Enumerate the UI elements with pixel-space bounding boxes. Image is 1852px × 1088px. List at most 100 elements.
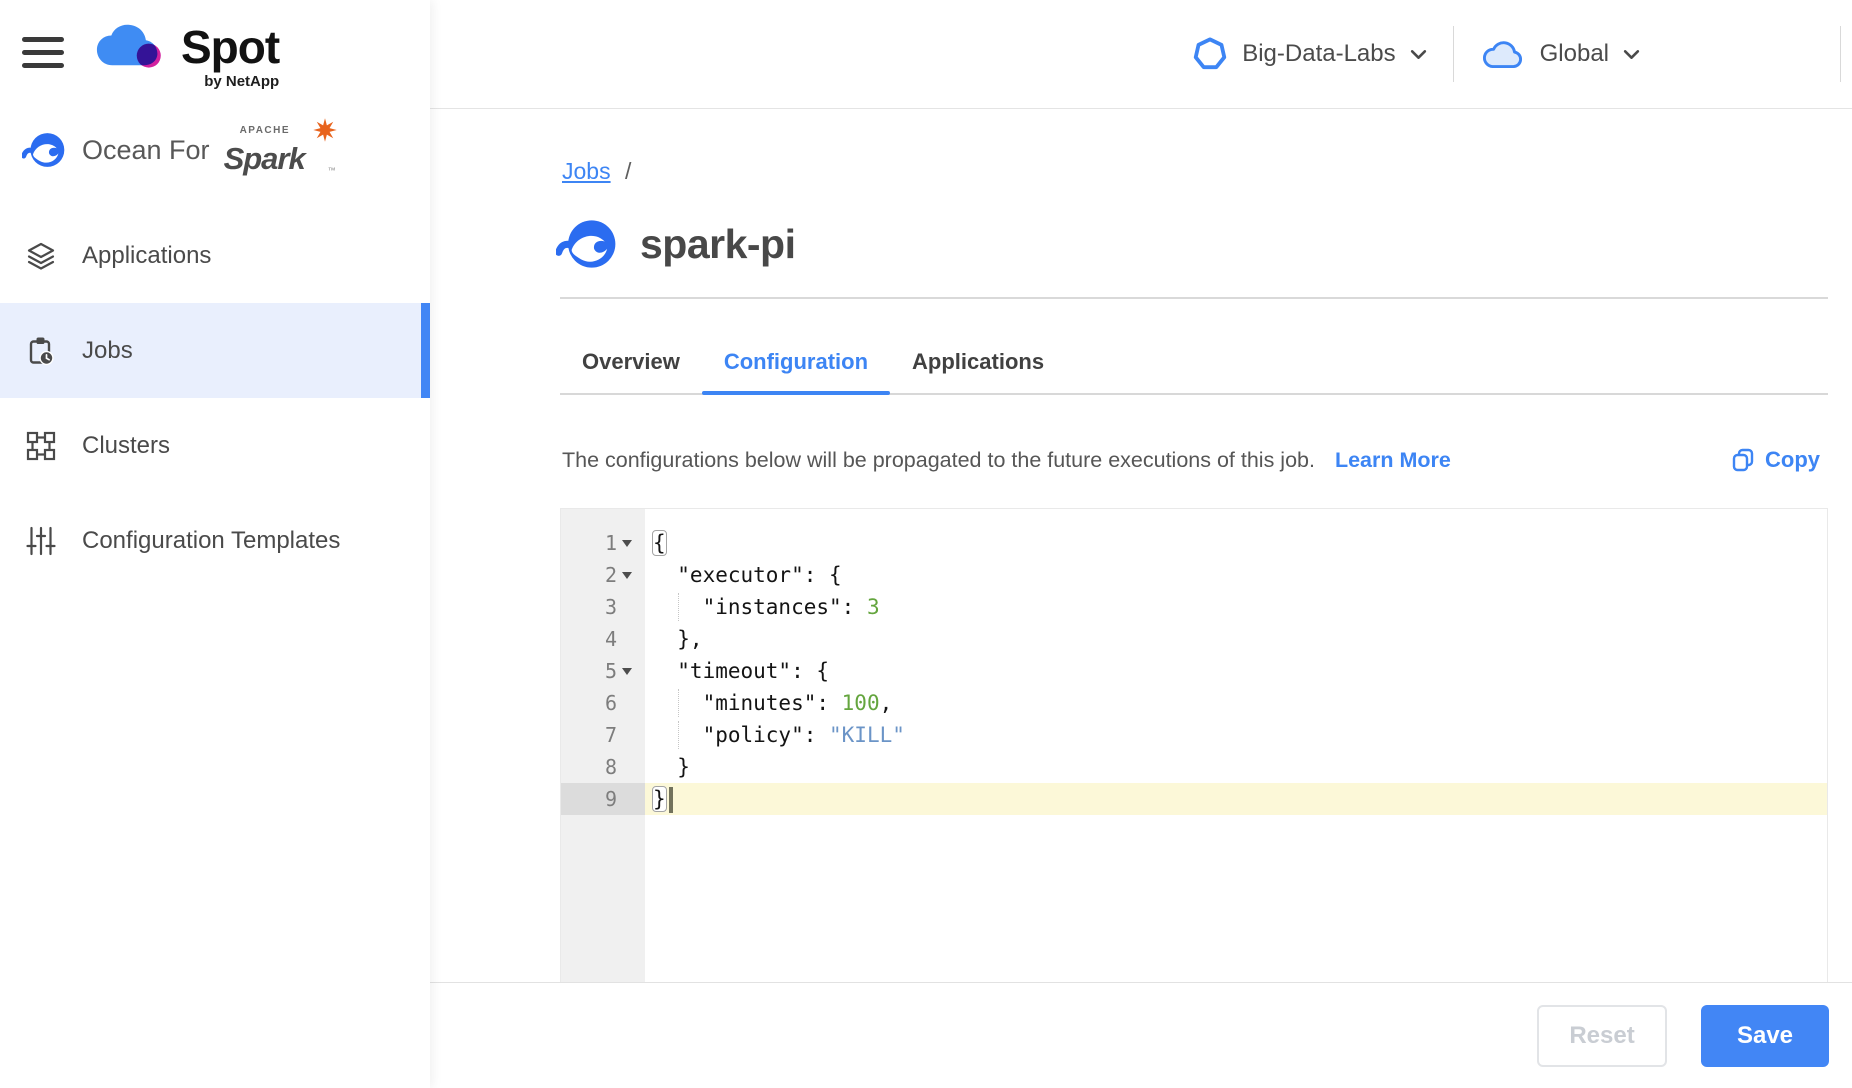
apache-label: APACHE bbox=[240, 125, 290, 136]
spark-star-icon bbox=[312, 117, 338, 143]
ocean-wave-icon bbox=[22, 130, 66, 170]
code-segment: } bbox=[652, 755, 690, 779]
header-divider bbox=[1840, 26, 1841, 82]
tab-overview[interactable]: Overview bbox=[560, 333, 702, 393]
product-ocean-for-spark[interactable]: Ocean For APACHE Spark ™ bbox=[22, 122, 328, 178]
learn-more-link[interactable]: Learn More bbox=[1335, 448, 1451, 473]
sidebar-nav: Applications Jobs bbox=[0, 208, 430, 588]
gutter-line: 7 bbox=[561, 719, 645, 751]
footer-action-bar: Reset Save bbox=[430, 982, 1852, 1088]
cloud-region-icon bbox=[1480, 37, 1526, 71]
sidebar-item-label: Applications bbox=[82, 242, 211, 270]
line-number: 6 bbox=[605, 691, 617, 715]
gutter-line: 5 bbox=[561, 655, 645, 687]
line-number: 5 bbox=[605, 659, 617, 683]
title-divider bbox=[560, 297, 1828, 299]
spark-wordmark: Spark bbox=[224, 141, 305, 177]
sidebar-item-jobs[interactable]: Jobs bbox=[0, 303, 430, 398]
apache-spark-logo: APACHE Spark ™ bbox=[224, 123, 328, 177]
org-dropdown[interactable]: Big-Data-Labs bbox=[1192, 36, 1426, 72]
gutter-line: 1 bbox=[561, 527, 645, 559]
gutter-line: 8 bbox=[561, 751, 645, 783]
spot-cloud-icon bbox=[95, 22, 167, 70]
tab-applications[interactable]: Applications bbox=[890, 333, 1066, 393]
configuration-description: The configurations below will be propaga… bbox=[562, 448, 1315, 473]
code-line[interactable]: } bbox=[645, 783, 1827, 815]
code-line[interactable]: "timeout": { bbox=[645, 655, 1827, 687]
code-segment: , bbox=[880, 691, 893, 715]
spark-trademark: ™ bbox=[328, 166, 336, 175]
code-segment: } bbox=[652, 786, 667, 812]
ocean-wave-icon bbox=[556, 218, 618, 270]
line-number: 1 bbox=[605, 531, 617, 555]
cluster-nodes-icon bbox=[25, 430, 57, 462]
code-line[interactable]: "executor": { bbox=[645, 559, 1827, 591]
copy-icon bbox=[1730, 447, 1756, 473]
gutter-line: 4 bbox=[561, 623, 645, 655]
fold-arrow-icon[interactable] bbox=[617, 527, 637, 559]
code-line[interactable]: "instances": 3 bbox=[645, 591, 1827, 623]
indent-guide bbox=[678, 689, 679, 717]
tab-configuration[interactable]: Configuration bbox=[702, 333, 890, 393]
code-line[interactable]: { bbox=[645, 527, 1827, 559]
fold-placeholder bbox=[617, 719, 637, 751]
chevron-down-icon bbox=[1410, 49, 1427, 60]
reset-button[interactable]: Reset bbox=[1537, 1005, 1667, 1067]
brand-byline: by NetApp bbox=[181, 73, 279, 90]
copy-button[interactable]: Copy bbox=[1730, 447, 1820, 473]
editor-gutter: 1 2 3 4 5 6 7 8 9 bbox=[561, 509, 645, 982]
clipboard-clock-icon bbox=[25, 335, 57, 367]
code-line[interactable]: "minutes": 100, bbox=[645, 687, 1827, 719]
sidebar-item-applications[interactable]: Applications bbox=[0, 208, 430, 303]
fold-arrow-icon[interactable] bbox=[617, 559, 637, 591]
fold-placeholder bbox=[617, 591, 637, 623]
region-dropdown[interactable]: Global bbox=[1480, 37, 1640, 71]
sidebar-item-clusters[interactable]: Clusters bbox=[0, 398, 430, 493]
sidebar-item-label: Jobs bbox=[82, 337, 133, 365]
code-line[interactable]: } bbox=[645, 751, 1827, 783]
gutter-line: 2 bbox=[561, 559, 645, 591]
code-line[interactable]: "policy": "KILL" bbox=[645, 719, 1827, 751]
line-number: 2 bbox=[605, 563, 617, 587]
breadcrumb-separator: / bbox=[625, 158, 631, 184]
copy-label: Copy bbox=[1765, 447, 1820, 473]
line-number: 4 bbox=[605, 627, 617, 651]
save-button[interactable]: Save bbox=[1701, 1005, 1829, 1067]
code-segment: 3 bbox=[867, 595, 880, 619]
text-cursor bbox=[669, 787, 673, 813]
code-segment: 100 bbox=[842, 691, 880, 715]
sidebar-item-configuration-templates[interactable]: Configuration Templates bbox=[0, 493, 430, 588]
breadcrumb: Jobs / bbox=[562, 158, 631, 185]
region-name: Global bbox=[1540, 40, 1609, 68]
fold-arrow-icon[interactable] bbox=[617, 655, 637, 687]
code-segment: "instances": bbox=[652, 595, 867, 619]
code-segment: "executor": { bbox=[652, 563, 842, 587]
code-segment: "minutes": bbox=[652, 691, 842, 715]
code-line[interactable]: }, bbox=[645, 623, 1827, 655]
tabs: Overview Configuration Applications bbox=[560, 333, 1828, 395]
product-prefix: Ocean For bbox=[82, 135, 210, 166]
code-segment: }, bbox=[652, 627, 703, 651]
top-bar: Big-Data-Labs Global bbox=[430, 0, 1852, 109]
sliders-icon bbox=[25, 525, 57, 557]
chevron-down-icon bbox=[1623, 49, 1640, 60]
gutter-line: 9 bbox=[561, 783, 645, 815]
gutter-line: 3 bbox=[561, 591, 645, 623]
code-segment: "timeout": { bbox=[652, 659, 829, 683]
heptagon-org-icon bbox=[1192, 36, 1228, 72]
indent-guide bbox=[678, 721, 679, 749]
gutter-line: 6 bbox=[561, 687, 645, 719]
title-row: spark-pi bbox=[556, 218, 796, 270]
active-indicator-bar bbox=[421, 303, 430, 398]
editor-code[interactable]: { "executor": { "instances": 3 }, "timeo… bbox=[645, 509, 1827, 982]
page-title: spark-pi bbox=[640, 221, 796, 268]
layers-icon bbox=[25, 240, 57, 272]
configuration-description-row: The configurations below will be propaga… bbox=[562, 438, 1820, 482]
sidebar-item-label: Configuration Templates bbox=[82, 527, 340, 555]
hamburger-menu-icon[interactable] bbox=[22, 37, 64, 76]
fold-placeholder bbox=[617, 783, 637, 815]
line-number: 8 bbox=[605, 755, 617, 779]
spot-logo: Spot by NetApp bbox=[95, 22, 279, 90]
json-code-editor[interactable]: 1 2 3 4 5 6 7 8 9 { "executor": { "instances": 3… bbox=[560, 508, 1828, 982]
breadcrumb-jobs-link[interactable]: Jobs bbox=[562, 158, 611, 184]
